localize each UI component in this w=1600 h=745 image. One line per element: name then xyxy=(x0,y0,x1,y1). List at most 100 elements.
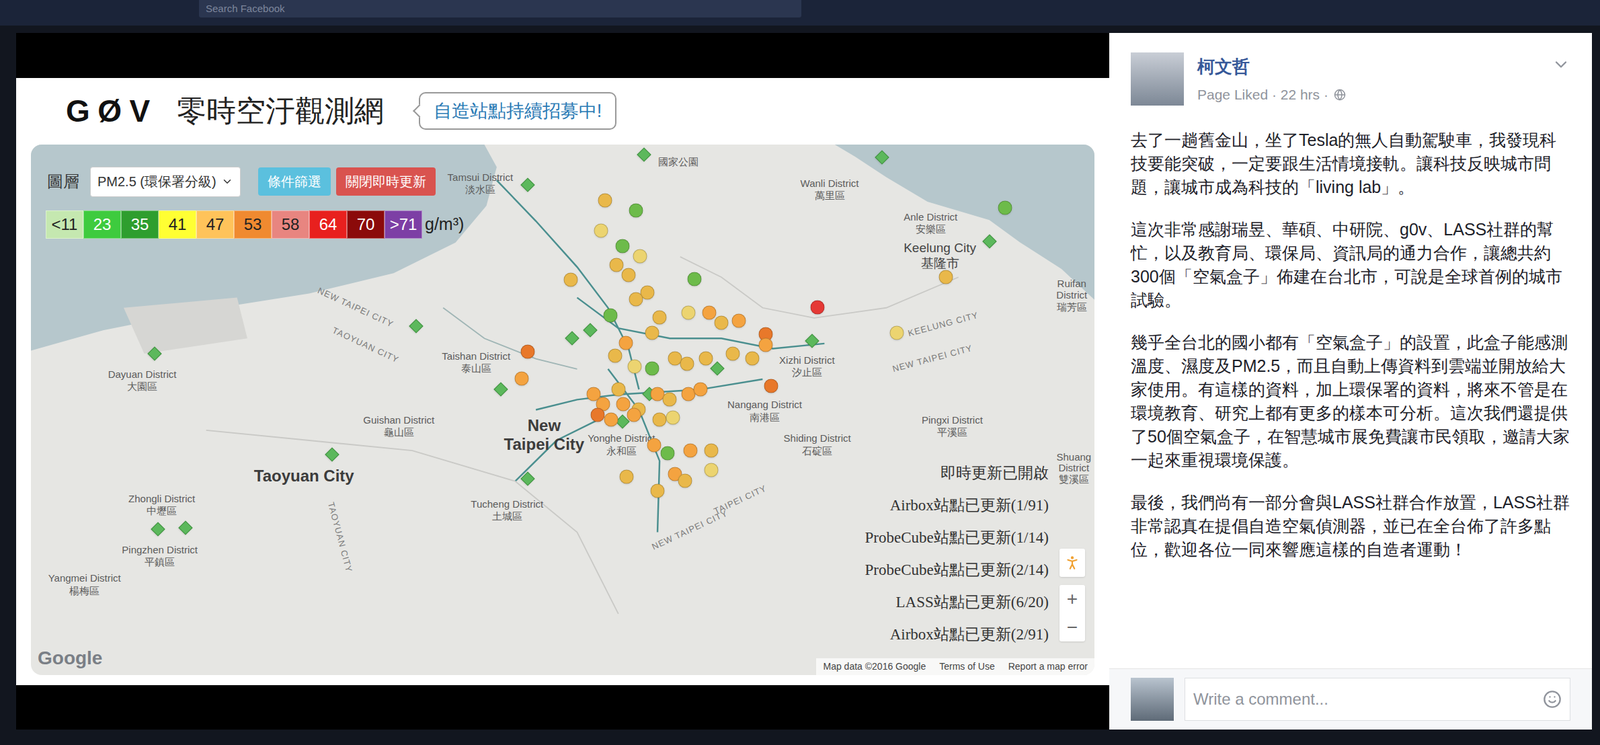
station-pin[interactable] xyxy=(604,412,619,427)
station-pin[interactable] xyxy=(699,351,714,366)
station-pin[interactable] xyxy=(324,447,339,462)
map-label: 雙溪區 xyxy=(1058,473,1090,485)
station-pin[interactable] xyxy=(409,318,424,333)
photo[interactable]: GØV零時空汙觀測網自造站點持續招募中!Tamsui District淡水區國家… xyxy=(16,77,1110,686)
map-label: 土城區 xyxy=(492,510,523,521)
station-pin[interactable] xyxy=(703,443,718,458)
attribution-link[interactable]: Map data ©2016 Google xyxy=(816,658,933,675)
station-pin[interactable] xyxy=(650,484,665,499)
globe-icon xyxy=(1333,88,1346,101)
station-pin[interactable] xyxy=(593,223,608,238)
station-pin[interactable] xyxy=(725,346,740,361)
station-pin[interactable] xyxy=(590,407,606,422)
station-pin[interactable] xyxy=(621,267,636,282)
station-pin[interactable] xyxy=(615,239,630,254)
station-pin[interactable] xyxy=(514,371,529,386)
station-pin[interactable] xyxy=(997,200,1012,215)
post-paragraph: 幾乎全台北的國小都有「空氣盒子」的設置，此盒子能感測溫度、濕度及PM2.5，而且… xyxy=(1130,330,1571,472)
station-pin[interactable] xyxy=(647,438,662,453)
station-pin[interactable] xyxy=(178,520,193,535)
map-label: Shiding District xyxy=(783,432,852,444)
photo-stage: GØV零時空汙觀測網自造站點持續招募中!Tamsui District淡水區國家… xyxy=(16,32,1110,730)
station-pin[interactable] xyxy=(564,272,579,288)
station-pin[interactable] xyxy=(627,359,643,374)
station-pin[interactable] xyxy=(626,407,641,422)
station-pin[interactable] xyxy=(632,249,647,264)
station-pin[interactable] xyxy=(636,147,651,162)
menu-chevron-icon[interactable] xyxy=(1551,55,1571,74)
layer-select[interactable]: PM2.5 (環保署分級) xyxy=(90,166,241,197)
station-pin[interactable] xyxy=(645,326,660,341)
map-button[interactable]: 條件篩選 xyxy=(258,167,331,196)
map-label: Anle District xyxy=(903,211,958,222)
station-pin[interactable] xyxy=(666,410,681,425)
station-pin[interactable] xyxy=(703,462,718,477)
map-label: Yonghe District xyxy=(587,432,655,444)
station-pin[interactable] xyxy=(652,412,667,427)
author-avatar[interactable] xyxy=(1130,52,1184,106)
map[interactable]: Tamsui District淡水區國家公園Wanli District萬里區A… xyxy=(30,144,1095,675)
station-pin[interactable] xyxy=(660,446,675,461)
station-pin[interactable] xyxy=(608,348,623,363)
station-pin[interactable] xyxy=(745,351,760,366)
map-label: Guishan District xyxy=(363,414,435,425)
emoji-icon[interactable] xyxy=(1542,689,1562,709)
map-label: 瑞芳區 xyxy=(1056,301,1088,312)
post-panel: 柯文哲Page Liked · 22 hrs ·去了一趟舊金山，坐了Tesla的… xyxy=(1109,32,1592,730)
station-pin[interactable] xyxy=(628,203,643,218)
map-title: 零時空汙觀測網 xyxy=(176,88,384,134)
station-pin[interactable] xyxy=(583,322,598,337)
station-pin[interactable] xyxy=(804,334,819,349)
author-name[interactable]: 柯文哲 xyxy=(1197,53,1346,80)
station-pin[interactable] xyxy=(889,326,904,341)
station-pin[interactable] xyxy=(714,315,729,331)
station-pin[interactable] xyxy=(982,233,997,249)
status-text: ProbeCube站點已更新(1/14) xyxy=(865,521,1049,554)
attribution-link[interactable]: Terms of Use xyxy=(932,658,1002,675)
legend-cell: 70 xyxy=(346,210,385,239)
station-pin[interactable] xyxy=(628,292,643,307)
attribution-link[interactable]: Report a map error xyxy=(1001,658,1095,675)
station-pin[interactable] xyxy=(611,381,626,396)
station-pin[interactable] xyxy=(680,356,695,371)
station-pin[interactable] xyxy=(652,310,667,325)
station-pin[interactable] xyxy=(732,313,747,328)
station-pin[interactable] xyxy=(603,308,618,323)
station-pin[interactable] xyxy=(564,330,579,345)
comment-input[interactable]: Write a comment... xyxy=(1184,677,1571,721)
station-pin[interactable] xyxy=(619,469,634,485)
zoom-button[interactable]: + xyxy=(1059,584,1086,614)
station-pin[interactable] xyxy=(758,338,773,353)
station-pin[interactable] xyxy=(520,178,535,193)
station-pin[interactable] xyxy=(520,344,535,359)
station-pin[interactable] xyxy=(662,391,677,407)
zoom-button[interactable]: − xyxy=(1059,613,1086,642)
station-pin[interactable] xyxy=(693,381,708,396)
station-pin[interactable] xyxy=(618,336,633,351)
map-label: District xyxy=(1056,289,1088,300)
station-pin[interactable] xyxy=(678,473,693,489)
station-pin[interactable] xyxy=(493,381,508,396)
station-pin[interactable] xyxy=(709,361,725,376)
station-pin[interactable] xyxy=(763,379,778,394)
station-pin[interactable] xyxy=(609,257,624,272)
station-pin[interactable] xyxy=(683,443,698,458)
map-label: Wanli District xyxy=(800,178,860,189)
station-pin[interactable] xyxy=(810,300,825,315)
photo-viewer: GØV零時空汙觀測網自造站點持續招募中!Tamsui District淡水區國家… xyxy=(0,25,1600,730)
station-pin[interactable] xyxy=(150,521,165,536)
search-field[interactable]: Search Facebook xyxy=(198,0,802,18)
legend-cell: 58 xyxy=(271,210,310,239)
map-label: Xizhi District xyxy=(779,354,835,365)
pegman[interactable] xyxy=(1059,548,1086,577)
station-pin[interactable] xyxy=(701,305,716,320)
map-button[interactable]: 關閉即時更新 xyxy=(336,167,436,196)
legend-cell: <11 xyxy=(45,210,84,239)
station-pin[interactable] xyxy=(687,271,702,286)
station-pin[interactable] xyxy=(681,305,696,320)
station-pin[interactable] xyxy=(939,269,954,284)
station-pin[interactable] xyxy=(645,361,660,376)
legend-cell: 23 xyxy=(83,210,122,239)
map-label: Tucheng District xyxy=(470,498,544,509)
station-pin[interactable] xyxy=(597,192,612,208)
